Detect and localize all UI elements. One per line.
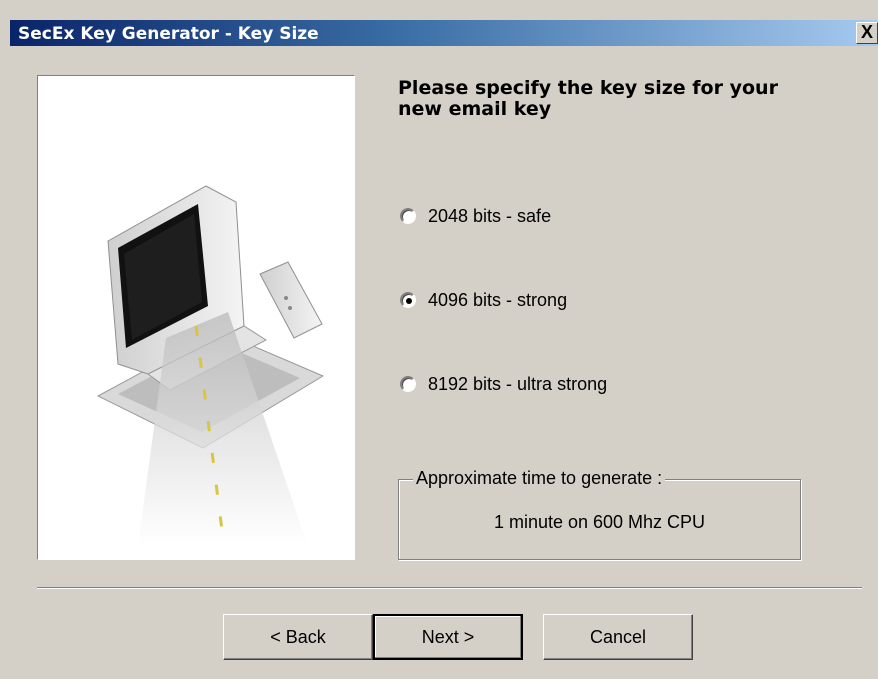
option-label: 8192 bits - ultra strong bbox=[428, 373, 608, 394]
radio-selected-dot bbox=[406, 298, 412, 304]
option-4096-bits[interactable]: 4096 bits - strong bbox=[400, 288, 567, 312]
close-button[interactable]: X bbox=[856, 22, 878, 44]
option-label: 4096 bits - strong bbox=[428, 289, 568, 310]
group-legend: Approximate time to generate : bbox=[413, 468, 666, 489]
illustration-panel bbox=[37, 75, 355, 560]
radio-2048[interactable] bbox=[400, 208, 416, 224]
window-title: SecEx Key Generator - Key Size bbox=[18, 24, 319, 44]
option-2048-bits[interactable]: 2048 bits - safe bbox=[400, 204, 551, 228]
separator bbox=[37, 587, 862, 589]
key-size-dialog: SecEx Key Generator - Key Size X Please … bbox=[0, 0, 878, 679]
generation-time-value: 1 minute on 600 Mhz CPU bbox=[493, 512, 706, 532]
next-button[interactable]: Next > bbox=[373, 614, 523, 660]
cancel-button[interactable]: Cancel bbox=[543, 614, 693, 660]
radio-8192[interactable] bbox=[400, 376, 416, 392]
generation-time-group: Approximate time to generate : 1 minute … bbox=[398, 468, 801, 560]
option-label: 2048 bits - safe bbox=[428, 205, 552, 226]
radio-4096[interactable] bbox=[400, 292, 416, 308]
close-icon: X bbox=[860, 22, 873, 42]
title-bar[interactable]: SecEx Key Generator - Key Size X bbox=[10, 20, 878, 46]
page-heading: Please specify the key size for your new… bbox=[398, 77, 778, 120]
back-button[interactable]: < Back bbox=[223, 614, 373, 660]
option-8192-bits[interactable]: 8192 bits - ultra strong bbox=[400, 372, 607, 396]
computer-illustration bbox=[96, 185, 325, 547]
